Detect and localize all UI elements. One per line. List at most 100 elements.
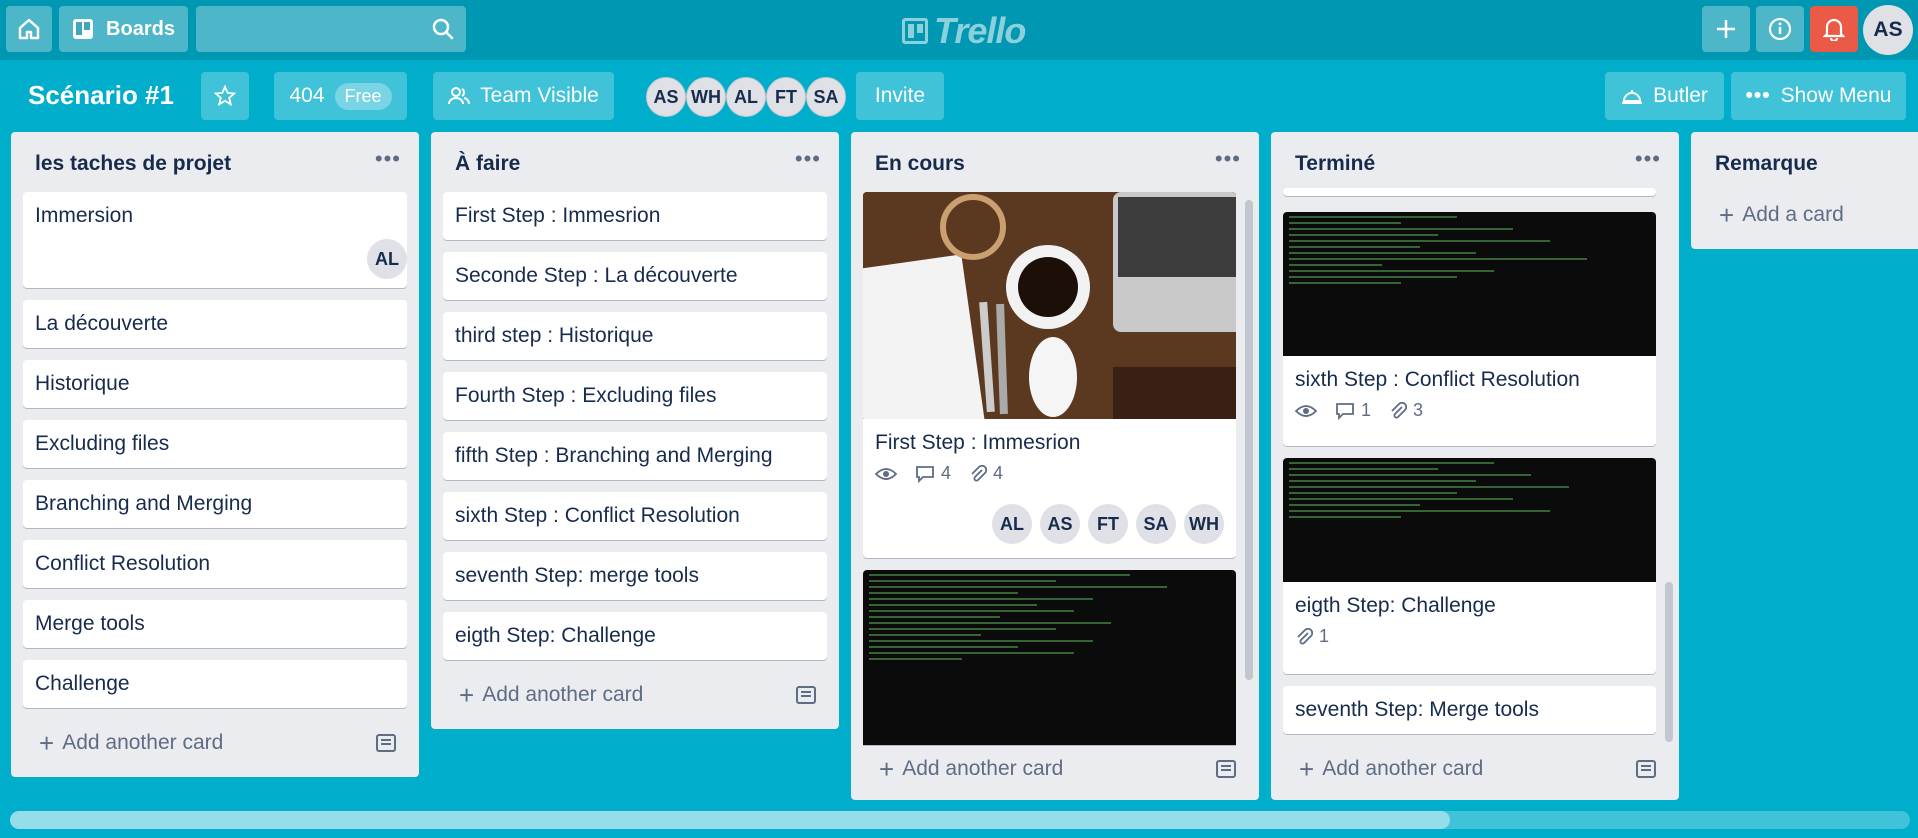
list-scrollbar[interactable] bbox=[1245, 200, 1253, 680]
paperclip-icon bbox=[971, 464, 988, 481]
card[interactable]: First Step : Immesrion 4 4 AL AS FT SA W… bbox=[863, 192, 1236, 558]
card-title: eigth Step: Challenge bbox=[1295, 594, 1496, 617]
eye-icon bbox=[1295, 404, 1317, 417]
card[interactable] bbox=[1283, 188, 1656, 196]
plan-button[interactable]: 404 Free bbox=[274, 72, 407, 120]
home-button[interactable] bbox=[6, 6, 52, 52]
board-member-avatar[interactable]: SA bbox=[806, 77, 846, 117]
butler-button[interactable]: Butler bbox=[1605, 72, 1724, 120]
add-card-label: Add another card bbox=[62, 731, 224, 754]
card[interactable]: La découverte bbox=[23, 300, 407, 348]
attachment-count: 1 bbox=[1319, 626, 1330, 646]
boards-icon bbox=[73, 19, 94, 39]
card[interactable]: Fourth Step : Excluding files bbox=[443, 372, 827, 420]
card[interactable]: sixth Step : Conflict Resolution bbox=[443, 492, 827, 540]
card-template-icon[interactable] bbox=[1216, 760, 1236, 778]
card-member-avatar[interactable]: AS bbox=[1040, 504, 1080, 544]
board-title[interactable]: Scénario #1 bbox=[28, 80, 174, 111]
add-card-button[interactable]: + Add another card bbox=[39, 730, 223, 756]
info-icon bbox=[1768, 17, 1792, 41]
card[interactable]: Immersion AL bbox=[23, 192, 407, 288]
watch-badge bbox=[1295, 404, 1317, 418]
add-card-button[interactable]: + Add another card bbox=[1299, 756, 1483, 782]
scrollbar-thumb[interactable] bbox=[10, 811, 1450, 829]
card-cover-image bbox=[1283, 212, 1656, 356]
card-title: fifth Step : Branching and Merging bbox=[455, 444, 773, 467]
card[interactable]: seventh Step: merge tools bbox=[443, 552, 827, 600]
card-title: La découverte bbox=[35, 312, 169, 335]
comment-count: 4 bbox=[941, 463, 952, 483]
add-card-label: Add another card bbox=[902, 757, 1064, 780]
show-menu-button[interactable]: ••• Show Menu bbox=[1731, 72, 1906, 120]
team-visible-label: Team Visible bbox=[480, 84, 599, 107]
card-title: First Step : Immesrion bbox=[875, 431, 1081, 454]
card[interactable]: eigth Step: Challenge bbox=[443, 612, 827, 660]
card[interactable]: sixth Step : Conflict Resolution 1 3 bbox=[1283, 212, 1656, 446]
card[interactable]: seventh Step: Merge tools bbox=[1283, 686, 1656, 734]
team-icon bbox=[448, 87, 471, 105]
comment-count: 1 bbox=[1361, 400, 1372, 420]
add-card-label: Add a card bbox=[1742, 203, 1844, 226]
card-member-avatar[interactable]: AL bbox=[992, 504, 1032, 544]
card[interactable]: Merge tools bbox=[23, 600, 407, 648]
board-member-avatar[interactable]: WH bbox=[686, 77, 726, 117]
list-menu-button[interactable]: ••• bbox=[1215, 146, 1241, 172]
card[interactable]: Branching and Merging bbox=[23, 480, 407, 528]
star-button[interactable] bbox=[201, 72, 249, 120]
card[interactable]: Challenge bbox=[23, 660, 407, 708]
list-menu-button[interactable]: ••• bbox=[795, 146, 821, 172]
card[interactable]: First Step : Immesrion bbox=[443, 192, 827, 240]
list-title[interactable]: les taches de projet bbox=[35, 152, 231, 176]
team-visible-button[interactable]: Team Visible bbox=[433, 72, 614, 120]
list-title[interactable]: En cours bbox=[875, 152, 965, 176]
card-member-avatar[interactable]: AL bbox=[367, 239, 407, 279]
add-card-button[interactable]: + Add a card bbox=[1719, 202, 1844, 228]
board-member-avatar[interactable]: AS bbox=[646, 77, 686, 117]
list-menu-button[interactable]: ••• bbox=[375, 146, 401, 172]
card[interactable]: Conflict Resolution bbox=[23, 540, 407, 588]
card-title: seventh Step: merge tools bbox=[455, 564, 699, 587]
invite-button[interactable]: Invite bbox=[856, 72, 944, 120]
card[interactable]: Historique bbox=[23, 360, 407, 408]
notifications-button[interactable] bbox=[1810, 6, 1858, 52]
card[interactable]: fifth Step : Branching and Merging bbox=[443, 432, 827, 480]
card[interactable]: third step : Historique bbox=[443, 312, 827, 360]
card-member-avatar[interactable]: FT bbox=[1088, 504, 1128, 544]
card[interactable]: Excluding files bbox=[23, 420, 407, 468]
card-member-avatar[interactable]: SA bbox=[1136, 504, 1176, 544]
trello-logo[interactable]: Trello bbox=[902, 10, 1026, 52]
add-card-label: Add another card bbox=[1322, 757, 1484, 780]
board-member-avatar[interactable]: AL bbox=[726, 77, 766, 117]
card-template-icon[interactable] bbox=[1636, 760, 1656, 778]
list-title[interactable]: Terminé bbox=[1295, 152, 1375, 176]
card[interactable]: Seconde Step : La découverte bbox=[443, 252, 827, 300]
board-horizontal-scrollbar[interactable] bbox=[10, 811, 1910, 829]
list-title[interactable]: À faire bbox=[455, 152, 520, 176]
card-title: eigth Step: Challenge bbox=[455, 624, 656, 647]
list-scrollbar[interactable] bbox=[1665, 582, 1673, 742]
create-button[interactable] bbox=[1702, 6, 1750, 52]
paperclip-icon bbox=[1297, 627, 1313, 644]
add-card-button[interactable]: + Add another card bbox=[459, 682, 643, 708]
attachment-count: 3 bbox=[1413, 400, 1424, 420]
card-badges: 1 3 bbox=[1283, 400, 1656, 433]
board-member-avatar[interactable]: FT bbox=[766, 77, 806, 117]
user-avatar[interactable]: AS bbox=[1863, 5, 1913, 55]
list-menu-button[interactable]: ••• bbox=[1635, 146, 1661, 172]
top-header: Boards Trello AS bbox=[0, 0, 1918, 60]
home-icon bbox=[18, 18, 40, 40]
card-template-icon[interactable] bbox=[796, 686, 816, 704]
card-badges: 4 4 bbox=[863, 463, 1236, 496]
search-input[interactable] bbox=[196, 6, 466, 52]
plus-icon: + bbox=[1299, 754, 1315, 784]
card-member-avatar[interactable]: WH bbox=[1184, 504, 1224, 544]
card-template-icon[interactable] bbox=[376, 734, 396, 752]
add-card-button[interactable]: + Add another card bbox=[879, 756, 1063, 782]
free-badge: Free bbox=[334, 82, 392, 110]
card[interactable]: eigth Step: Challenge 1 bbox=[1283, 458, 1656, 674]
plus-icon bbox=[1717, 20, 1735, 38]
info-button[interactable] bbox=[1756, 6, 1804, 52]
list-title[interactable]: Remarque bbox=[1715, 152, 1818, 176]
boards-button[interactable]: Boards bbox=[59, 6, 188, 52]
card[interactable] bbox=[863, 570, 1236, 745]
